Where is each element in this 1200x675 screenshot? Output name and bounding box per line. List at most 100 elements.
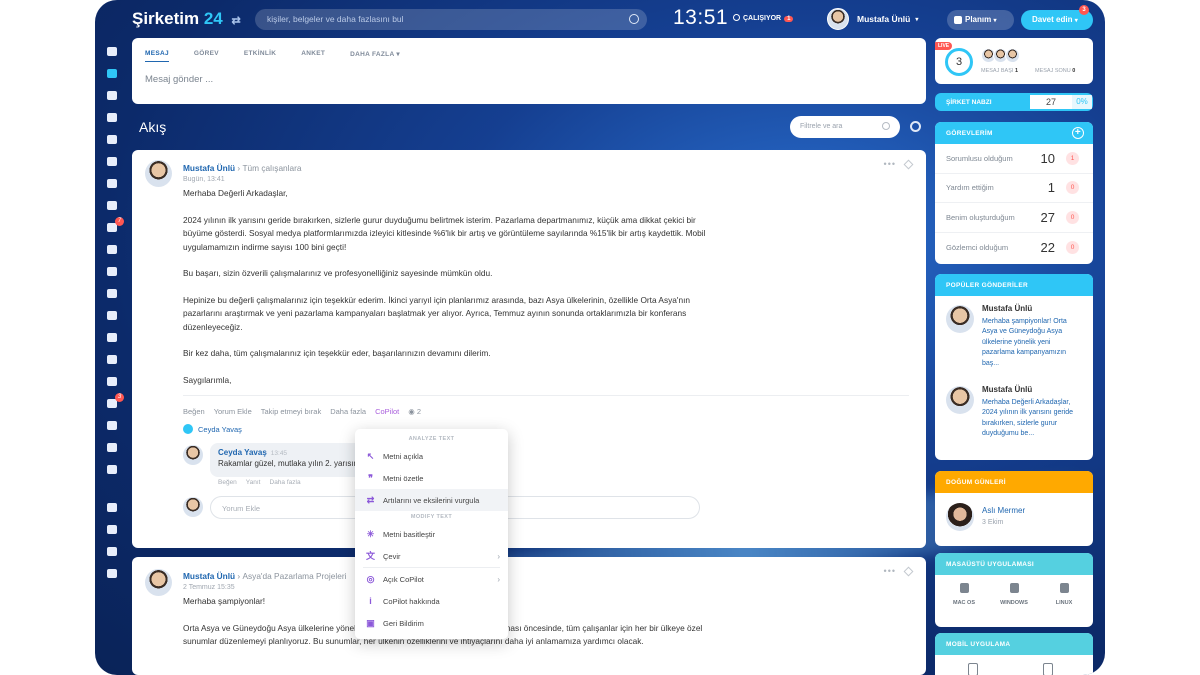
tab-event[interactable]: ETKİNLİK bbox=[244, 50, 276, 62]
comment-avatar[interactable] bbox=[183, 445, 203, 465]
linux-link[interactable]: LINUX bbox=[1039, 583, 1089, 606]
tasks-icon[interactable]: 7 bbox=[95, 216, 129, 238]
menu-item-explain[interactable]: ↖ Metni açıkla bbox=[355, 445, 508, 467]
birthday-name[interactable]: Aslı Mermer bbox=[982, 506, 1025, 515]
task-count: 22 bbox=[1040, 239, 1055, 255]
gear-icon[interactable] bbox=[95, 540, 129, 562]
macos-link[interactable]: MAC OS bbox=[939, 583, 989, 606]
comment-like[interactable]: Beğen bbox=[218, 479, 237, 486]
windows-link[interactable]: WINDOWS bbox=[989, 583, 1039, 606]
like-link[interactable]: Beğen bbox=[183, 407, 205, 416]
menu-item-simplify[interactable]: ✳ Metni basitleştir bbox=[355, 523, 508, 545]
task-row[interactable]: Yardım ettiğim 1 0 bbox=[935, 174, 1093, 203]
more-icon[interactable]: ••• bbox=[884, 159, 896, 169]
box-icon[interactable] bbox=[95, 436, 129, 458]
menu-toggle-icon[interactable] bbox=[95, 40, 129, 62]
invite-button[interactable]: Davet edin ▾ 3 bbox=[1021, 5, 1093, 30]
automation-icon[interactable]: 3 bbox=[95, 392, 129, 414]
documents-icon[interactable] bbox=[95, 128, 129, 150]
menu-item-about[interactable]: i CoPilot hakkında bbox=[355, 590, 508, 612]
company-icon[interactable] bbox=[95, 260, 129, 282]
bot-icon[interactable] bbox=[95, 414, 129, 436]
mobile-app-widget: MOBİL UYGULAMA bbox=[935, 633, 1093, 675]
message-input[interactable]: Mesaj gönder ... bbox=[132, 62, 926, 97]
structure-icon[interactable] bbox=[95, 518, 129, 540]
task-row[interactable]: Gözlemci olduğum 22 0 bbox=[935, 233, 1093, 263]
popular-posts: POPÜLER GÖNDERİLER Mustafa Ünlü Merhaba … bbox=[935, 274, 1093, 460]
likes[interactable]: Ceyda Yavaş bbox=[183, 424, 242, 434]
menu-item-pros-cons[interactable]: ⇄ Artılarını ve eksilerini vurgula bbox=[355, 489, 508, 511]
more-icon[interactable]: ••• bbox=[884, 566, 896, 576]
employees-icon[interactable] bbox=[95, 194, 129, 216]
phone-icon[interactable] bbox=[1043, 663, 1053, 675]
plan-button[interactable]: Planım ▾ bbox=[947, 10, 1014, 30]
user-menu[interactable]: Mustafa Ünlü ▾ bbox=[827, 8, 918, 30]
feed-icon[interactable] bbox=[95, 62, 129, 84]
search-icon[interactable] bbox=[629, 14, 639, 24]
comment-reply[interactable]: Yanıt bbox=[246, 479, 261, 486]
task-row[interactable]: Benim oluşturduğum 27 0 bbox=[935, 203, 1093, 233]
shop-icon[interactable] bbox=[95, 304, 129, 326]
post-audience[interactable]: Asya'da Pazarlama Projeleri bbox=[242, 571, 346, 581]
task-row[interactable]: Sorumlusu olduğum 10 1 bbox=[935, 144, 1093, 174]
more-link[interactable]: Daha fazla bbox=[330, 407, 366, 416]
copilot-icon: ◎ bbox=[366, 573, 375, 584]
add-icon[interactable] bbox=[95, 562, 129, 584]
copilot-link[interactable]: CoPilot bbox=[375, 407, 399, 416]
menu-item-open-copilot[interactable]: ◎ Açık CoPilot › bbox=[355, 568, 508, 590]
search-input[interactable]: kişiler, belgeler ve daha fazlasını bul bbox=[255, 9, 647, 30]
label-start: MESAJ BAŞI 1 bbox=[981, 68, 1018, 74]
logo-main: Şirketim bbox=[132, 9, 200, 28]
logo[interactable]: Şirketim 24 ⇄ bbox=[132, 9, 241, 29]
pin-icon[interactable] bbox=[903, 566, 914, 577]
crm-icon[interactable] bbox=[95, 282, 129, 304]
popular-text[interactable]: Merhaba Değerli Arkadaşlar, 2024 yılının… bbox=[982, 398, 1082, 440]
settings-icon[interactable] bbox=[95, 458, 129, 480]
author-link[interactable]: Mustafa Ünlü bbox=[183, 163, 235, 173]
comment-more[interactable]: Daha fazla bbox=[270, 479, 301, 486]
live-badge: LIVE bbox=[935, 42, 953, 50]
chat-icon[interactable] bbox=[95, 84, 129, 106]
filter-icon[interactable] bbox=[95, 238, 129, 260]
tasks-header: GÖREVLERİM + bbox=[935, 122, 1093, 144]
tab-poll[interactable]: ANKET bbox=[301, 50, 325, 62]
author-avatar[interactable] bbox=[145, 569, 172, 596]
pin-icon[interactable] bbox=[903, 159, 914, 170]
drive-icon[interactable] bbox=[95, 150, 129, 172]
tab-more[interactable]: DAHA FAZLA ▾ bbox=[350, 50, 400, 62]
task-label: Yardım ettiğim bbox=[946, 183, 994, 193]
compare-icon: ⇄ bbox=[366, 494, 375, 505]
menu-item-feedback[interactable]: ▣ Geri Bildirim bbox=[355, 612, 508, 634]
post-audience[interactable]: Tüm çalışanlara bbox=[242, 163, 301, 173]
tab-message[interactable]: MESAJ bbox=[145, 50, 169, 62]
avatar bbox=[827, 8, 849, 30]
comment-link[interactable]: Yorum Ekle bbox=[214, 407, 252, 416]
menu-item-label: Artılarını ve eksilerini vurgula bbox=[383, 495, 480, 505]
popular-item[interactable]: Mustafa Ünlü Merhaba Değerli Arkadaşlar,… bbox=[935, 377, 1093, 458]
company-pulse[interactable]: ŞİRKET NABZI 27 0% bbox=[935, 93, 1093, 111]
tab-task[interactable]: GÖREV bbox=[194, 50, 219, 62]
forms-icon[interactable] bbox=[95, 326, 129, 348]
gear-icon[interactable] bbox=[910, 121, 921, 132]
author-avatar[interactable] bbox=[145, 160, 172, 187]
live-widget[interactable]: LIVE 3 MESAJ BAŞI 1 MESAJ SONU 0 bbox=[935, 38, 1093, 84]
menu-item-label: Geri Bildirim bbox=[383, 618, 424, 628]
pulse-percent: 0% bbox=[1072, 95, 1092, 109]
analytics-icon[interactable] bbox=[95, 370, 129, 392]
add-task-button[interactable]: + bbox=[1072, 127, 1084, 139]
filter-search-input[interactable]: Filtrele ve ara bbox=[790, 116, 900, 138]
menu-item-summarize[interactable]: ❞ Metni özetle bbox=[355, 467, 508, 489]
author-link[interactable]: Mustafa Ünlü bbox=[183, 571, 235, 581]
menu-item-translate[interactable]: 文 Çevir › bbox=[355, 545, 508, 567]
search-icon[interactable] bbox=[882, 122, 890, 130]
mail-icon[interactable] bbox=[95, 172, 129, 194]
sign-icon[interactable] bbox=[95, 348, 129, 370]
popular-item[interactable]: Mustafa Ünlü Merhaba şampiyonlar! Orta A… bbox=[935, 296, 1093, 377]
popular-text[interactable]: Merhaba şampiyonlar! Orta Asya ve Güneyd… bbox=[982, 317, 1082, 369]
phone-icon[interactable] bbox=[968, 663, 978, 675]
unfollow-link[interactable]: Takip etmeyi bırak bbox=[261, 407, 321, 416]
help-icon[interactable] bbox=[95, 496, 129, 518]
swap-icon[interactable]: ⇄ bbox=[231, 15, 240, 27]
work-status[interactable]: ÇALIŞIYOR 1 bbox=[733, 14, 794, 22]
calendar-icon[interactable] bbox=[95, 106, 129, 128]
